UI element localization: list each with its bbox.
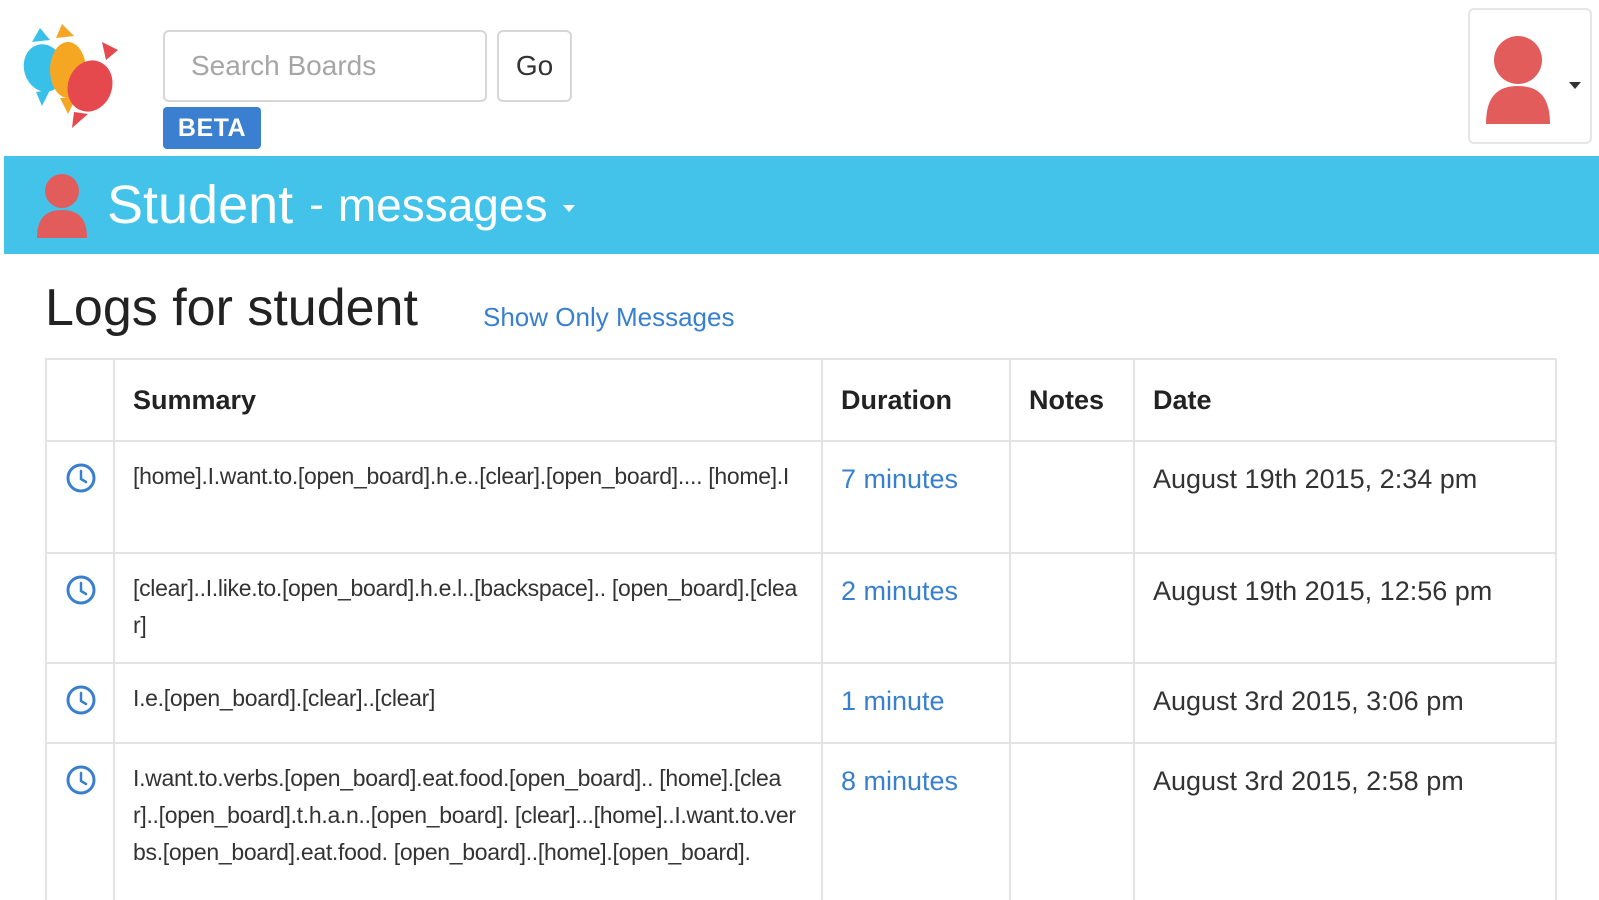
student-title-bar: Student - messages xyxy=(4,156,1599,254)
date-cell: August 19th 2015, 2:34 pm xyxy=(1133,440,1557,554)
table-row: I.e.[open_board].[clear]..[clear] 1 minu… xyxy=(45,662,1557,744)
table-row: [home].I.want.to.[open_board].h.e..[clea… xyxy=(45,440,1557,554)
bar-title: Student - messages xyxy=(107,172,577,238)
icon-cell xyxy=(45,552,115,664)
icon-cell xyxy=(45,440,115,554)
date-cell: August 3rd 2015, 3:06 pm xyxy=(1133,662,1557,744)
duration-cell: 1 minute xyxy=(821,662,1011,744)
title-separator: - xyxy=(309,180,324,229)
column-header-notes: Notes xyxy=(1009,358,1135,442)
icon-cell xyxy=(45,662,115,744)
date-text: August 3rd 2015, 3:06 pm xyxy=(1153,686,1464,716)
chevron-down-icon[interactable] xyxy=(561,203,577,213)
section-dropdown[interactable]: messages xyxy=(338,178,548,232)
user-menu-button[interactable] xyxy=(1468,8,1592,144)
summary-cell: I.want.to.verbs.[open_board].eat.food.[o… xyxy=(113,742,823,900)
summary-cell: [home].I.want.to.[open_board].h.e..[clea… xyxy=(113,440,823,554)
date-text: August 19th 2015, 12:56 pm xyxy=(1153,576,1493,606)
duration-link[interactable]: 8 minutes xyxy=(841,766,958,796)
clock-icon[interactable] xyxy=(65,462,97,494)
chevron-down-icon xyxy=(1569,82,1581,89)
beta-badge: BETA xyxy=(163,107,261,149)
date-cell: August 19th 2015, 12:56 pm xyxy=(1133,552,1557,664)
clock-icon[interactable] xyxy=(65,574,97,606)
summary-text: I.want.to.verbs.[open_board].eat.food.[o… xyxy=(133,765,796,865)
user-name: Student xyxy=(107,175,294,235)
column-header-icon xyxy=(45,358,115,442)
page: Go BETA Student - messages Logs for xyxy=(0,0,1599,900)
duration-link[interactable]: 2 minutes xyxy=(841,576,958,606)
summary-text: [home].I.want.to.[open_board].h.e..[clea… xyxy=(133,463,789,489)
page-title: Logs for student xyxy=(45,279,418,337)
icon-cell xyxy=(45,742,115,900)
user-avatar-icon xyxy=(37,174,87,238)
candy-logo-icon[interactable] xyxy=(22,20,122,132)
duration-cell: 2 minutes xyxy=(821,552,1011,664)
clock-icon[interactable] xyxy=(65,684,97,716)
date-cell: August 3rd 2015, 2:58 pm xyxy=(1133,742,1557,900)
notes-cell xyxy=(1009,552,1135,664)
duration-link[interactable]: 1 minute xyxy=(841,686,945,716)
date-text: August 3rd 2015, 2:58 pm xyxy=(1153,766,1464,796)
duration-cell: 8 minutes xyxy=(821,742,1011,900)
duration-cell: 7 minutes xyxy=(821,440,1011,554)
column-header-summary: Summary xyxy=(113,358,823,442)
clock-icon[interactable] xyxy=(65,764,97,796)
column-header-date: Date xyxy=(1133,358,1557,442)
date-text: August 19th 2015, 2:34 pm xyxy=(1153,464,1478,494)
search-input[interactable] xyxy=(163,30,487,102)
table-header-row: Summary Duration Notes Date xyxy=(45,358,1557,442)
notes-cell xyxy=(1009,742,1135,900)
top-header: Go BETA xyxy=(0,0,1599,154)
show-only-messages-link[interactable]: Show Only Messages xyxy=(483,302,734,333)
notes-cell xyxy=(1009,662,1135,744)
notes-cell xyxy=(1009,440,1135,554)
table-row: I.want.to.verbs.[open_board].eat.food.[o… xyxy=(45,742,1557,900)
logs-table: Summary Duration Notes Date [home].I.wan… xyxy=(45,358,1557,900)
summary-cell: I.e.[open_board].[clear]..[clear] xyxy=(113,662,823,744)
summary-text: [clear]..I.like.to.[open_board].h.e.l..[… xyxy=(133,575,798,638)
summary-text: I.e.[open_board].[clear]..[clear] xyxy=(133,685,436,711)
duration-link[interactable]: 7 minutes xyxy=(841,464,958,494)
column-header-duration: Duration xyxy=(821,358,1011,442)
user-avatar-icon xyxy=(1486,36,1550,124)
go-button[interactable]: Go xyxy=(497,30,572,102)
summary-cell: [clear]..I.like.to.[open_board].h.e.l..[… xyxy=(113,552,823,664)
table-row: [clear]..I.like.to.[open_board].h.e.l..[… xyxy=(45,552,1557,664)
